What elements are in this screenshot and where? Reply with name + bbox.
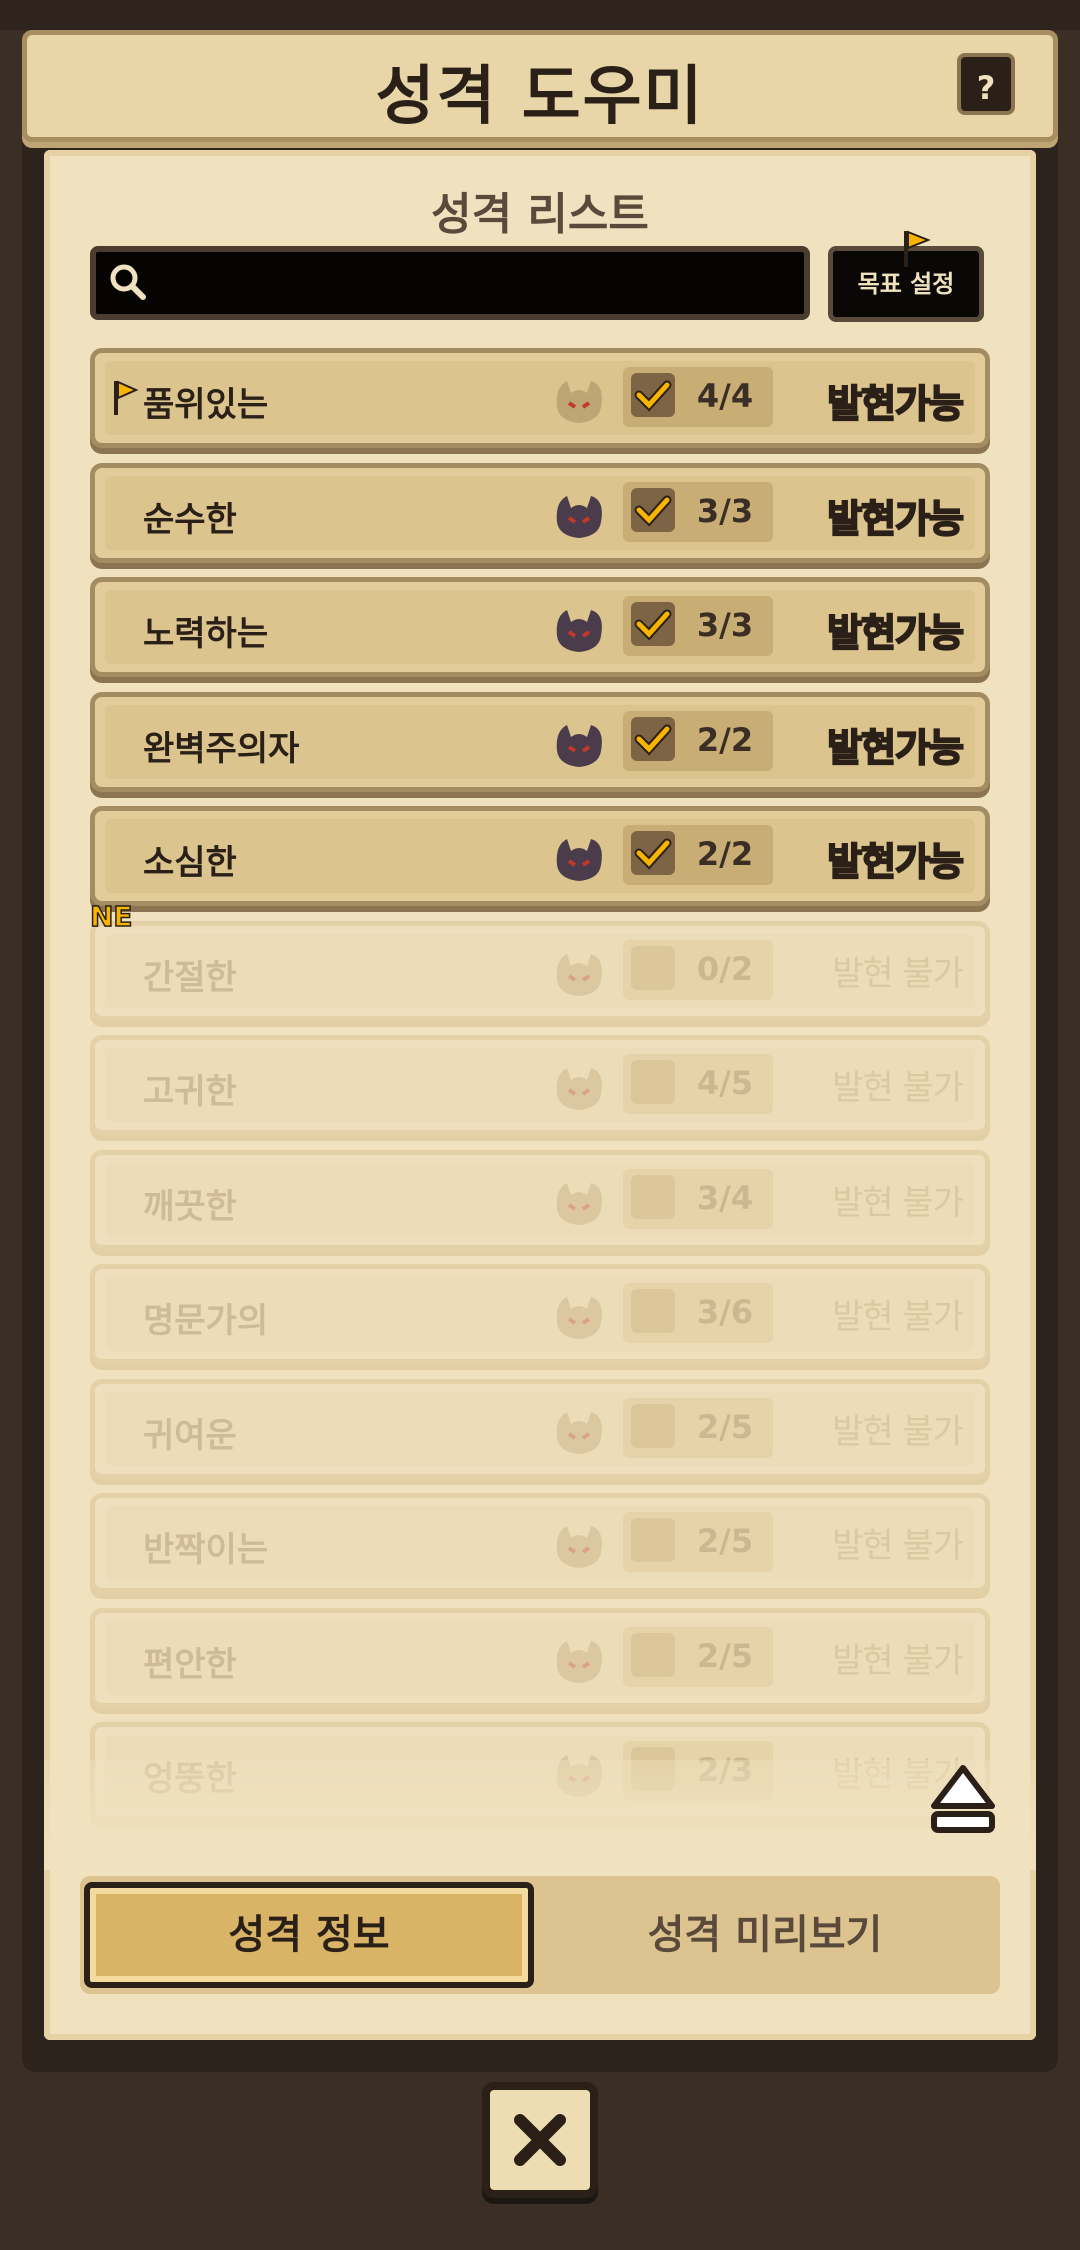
- progress-count: 2/2: [696, 721, 754, 759]
- list-row[interactable]: 품위있는 4/4 발현가능: [90, 348, 990, 448]
- status-label: 발현 불가: [832, 1068, 964, 1108]
- list-title: 성격 리스트: [431, 189, 649, 240]
- progress-count: 2/2: [696, 835, 754, 873]
- list-row[interactable]: 고귀한 4/5 발현 불가: [90, 1035, 990, 1135]
- list-row[interactable]: 소심한 2/2 발현가능: [90, 806, 990, 906]
- status-label: 발현 불가: [832, 1297, 964, 1337]
- scroll-to-top-icon[interactable]: [928, 1762, 998, 1838]
- status-label: 발현 불가: [832, 1641, 964, 1681]
- checkbox: [631, 946, 675, 990]
- personality-name: 완벽주의자: [143, 729, 300, 769]
- progress-count: 3/3: [696, 606, 754, 644]
- title-bar: 성격 도우미 ?: [22, 30, 1058, 142]
- horned-helmet-icon: [556, 954, 602, 996]
- progress-count: 2/5: [696, 1522, 754, 1560]
- personality-name: 노력하는: [143, 614, 269, 654]
- progress-count: 2/5: [696, 1637, 754, 1675]
- new-badge: NE: [89, 899, 133, 934]
- progress-count: 2/5: [696, 1408, 754, 1446]
- status-label: 발현가능: [826, 381, 965, 427]
- progress-count: 3/3: [696, 492, 754, 530]
- dialog-title: 성격 도우미: [375, 60, 705, 134]
- list-row[interactable]: 귀여운 2/5 발현 불가: [90, 1379, 990, 1479]
- set-target-label: 목표 설정: [857, 270, 955, 298]
- list-row[interactable]: 노력하는 3/3 발현가능: [90, 577, 990, 677]
- progress-count: 3/6: [696, 1293, 754, 1331]
- list-row[interactable]: 완벽주의자 2/2 발현가능: [90, 692, 990, 792]
- personality-name: 깨끗한: [143, 1187, 237, 1227]
- search-input[interactable]: [90, 246, 810, 320]
- check-icon: [634, 495, 672, 527]
- horned-helmet-icon: [556, 1526, 602, 1568]
- progress-count: 3/4: [696, 1179, 754, 1217]
- list-row[interactable]: 순수한 3/3 발현가능: [90, 463, 990, 563]
- checkbox: [631, 1404, 675, 1448]
- checkbox: [631, 488, 675, 532]
- horned-helmet-icon: [556, 725, 602, 767]
- tab-personality-preview[interactable]: 성격 미리보기: [540, 1882, 990, 1988]
- personality-name: 편안한: [143, 1645, 237, 1685]
- tab-personality-info[interactable]: 성격 정보: [84, 1882, 534, 1988]
- status-label: 발현가능: [826, 610, 965, 656]
- check-icon: [634, 838, 672, 870]
- checkbox: [631, 1175, 675, 1219]
- status-label: 발현 불가: [832, 1412, 964, 1452]
- horned-helmet-icon: [556, 1412, 602, 1454]
- horned-helmet-icon: [556, 1297, 602, 1339]
- progress-count: 4/4: [696, 377, 754, 415]
- list-row[interactable]: 반짝이는 2/5 발현 불가: [90, 1493, 990, 1593]
- set-target-button[interactable]: 목표 설정: [828, 230, 984, 322]
- checkbox: [631, 1060, 675, 1104]
- checkbox: [631, 1289, 675, 1333]
- list-row[interactable]: 명문가의 3/6 발현 불가: [90, 1264, 990, 1364]
- personality-name: 순수한: [143, 500, 237, 540]
- close-icon: [514, 2114, 566, 2166]
- personality-name: 소심한: [143, 843, 237, 883]
- status-label: 발현가능: [826, 725, 965, 771]
- horned-helmet-icon: [556, 1183, 602, 1225]
- personality-name: 품위있는: [143, 385, 269, 425]
- background: [0, 0, 1080, 30]
- horned-helmet-icon: [556, 1068, 602, 1110]
- status-label: 발현 불가: [832, 1526, 964, 1566]
- progress-count: 0/2: [696, 950, 754, 988]
- personality-name: 고귀한: [143, 1072, 237, 1112]
- checkbox: [631, 717, 675, 761]
- flag-icon: [904, 230, 931, 267]
- checkbox: [631, 831, 675, 875]
- list-row[interactable]: 편안한 2/5 발현 불가: [90, 1608, 990, 1708]
- personality-name: 귀여운: [143, 1416, 237, 1456]
- help-button[interactable]: ?: [957, 53, 1015, 115]
- horned-helmet-icon: [556, 610, 602, 652]
- checkbox: [631, 602, 675, 646]
- progress-count: 4/5: [696, 1064, 754, 1102]
- check-icon: [634, 380, 672, 412]
- status-label: 발현가능: [826, 496, 965, 542]
- check-icon: [634, 609, 672, 641]
- checkbox: [631, 1633, 675, 1677]
- horned-helmet-icon: [556, 496, 602, 538]
- personality-name: 간절한: [143, 958, 237, 998]
- status-label: 발현가능: [826, 839, 965, 885]
- list-fade: [44, 1760, 1036, 1870]
- checkbox: [631, 1518, 675, 1562]
- status-label: 발현 불가: [832, 1183, 964, 1223]
- flag-icon: [114, 380, 139, 415]
- check-icon: [634, 724, 672, 756]
- checkbox: [631, 373, 675, 417]
- close-button[interactable]: [482, 2082, 598, 2198]
- horned-helmet-icon: [556, 839, 602, 881]
- list-row[interactable]: 깨끗한 3/4 발현 불가: [90, 1150, 990, 1250]
- personality-name: 반짝이는: [143, 1530, 269, 1570]
- personality-name: 명문가의: [143, 1301, 269, 1341]
- search-icon: [110, 264, 146, 300]
- horned-helmet-icon: [556, 1641, 602, 1683]
- horned-helmet-icon: [556, 381, 602, 423]
- list-row[interactable]: 간절한 0/2 발현 불가: [90, 921, 990, 1021]
- status-label: 발현 불가: [832, 954, 964, 994]
